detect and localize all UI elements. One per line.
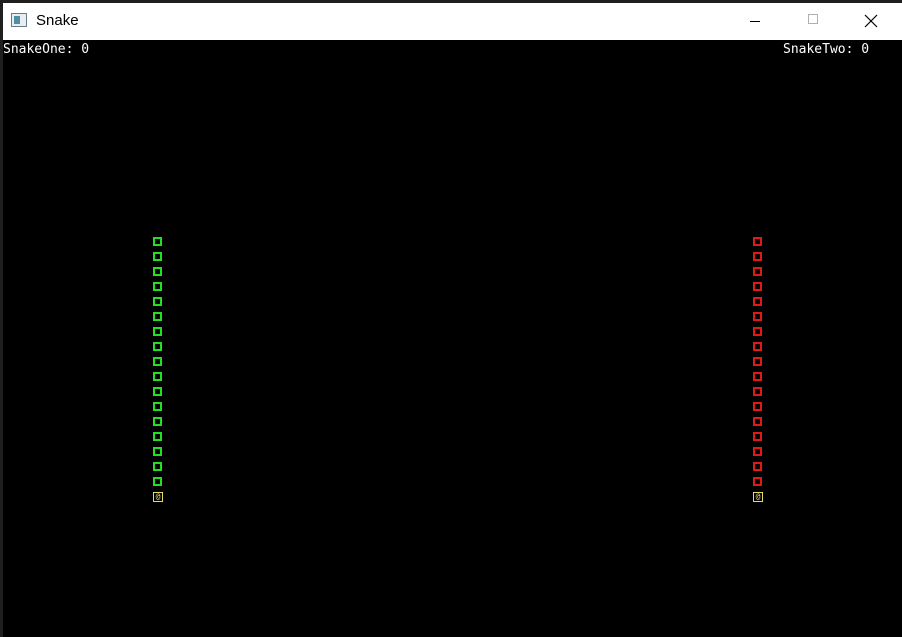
snake-segment (753, 312, 762, 321)
snake-segment (753, 267, 762, 276)
snake-segment (153, 357, 162, 366)
snake-segment (153, 387, 162, 396)
snake-segment (753, 252, 762, 261)
close-icon (864, 14, 878, 28)
snake-segment (753, 297, 762, 306)
minimize-button[interactable] (733, 3, 779, 40)
snake-segment (153, 372, 162, 381)
snake-segment (753, 237, 762, 246)
minimize-icon (750, 21, 760, 22)
snake-segment (153, 312, 162, 321)
snake-segment (153, 282, 162, 291)
app-window-icon (11, 13, 27, 27)
snake-segment (753, 342, 762, 351)
snake-segment (153, 342, 162, 351)
snake-segment (153, 297, 162, 306)
score-snake-two: SnakeTwo: 0 (783, 42, 870, 57)
snake-segment (753, 357, 762, 366)
score-snake-one: SnakeOne: 0 (3, 42, 90, 57)
game-window: Snake SnakeOne: 0 SnakeTwo: 0 @ @ (3, 3, 902, 637)
snake-segment (753, 282, 762, 291)
snake-segment (153, 327, 162, 336)
snake-segment (153, 417, 162, 426)
snake-segment (153, 477, 162, 486)
game-board: SnakeOne: 0 SnakeTwo: 0 @ @ (3, 40, 902, 637)
snake-segment (153, 432, 162, 441)
snake-segment (753, 432, 762, 441)
snake-segment (153, 252, 162, 261)
snake-segment (153, 447, 162, 456)
snake-segment (753, 477, 762, 486)
snake-segment (753, 372, 762, 381)
snake-segment (153, 267, 162, 276)
maximize-icon (808, 14, 818, 24)
snake-segment (753, 327, 762, 336)
snake-segment (753, 462, 762, 471)
title-bar[interactable]: Snake (3, 3, 902, 40)
snake-head: @ (753, 492, 763, 502)
snake-segment (753, 447, 762, 456)
snake-segment (753, 402, 762, 411)
window-title: Snake (36, 12, 79, 29)
snake-segment (753, 417, 762, 426)
snake-segment (753, 387, 762, 396)
snake-segment (153, 237, 162, 246)
snake-segment (153, 462, 162, 471)
close-button[interactable] (848, 3, 894, 40)
snake-segment (153, 402, 162, 411)
maximize-button[interactable] (790, 3, 836, 40)
snake-head: @ (153, 492, 163, 502)
